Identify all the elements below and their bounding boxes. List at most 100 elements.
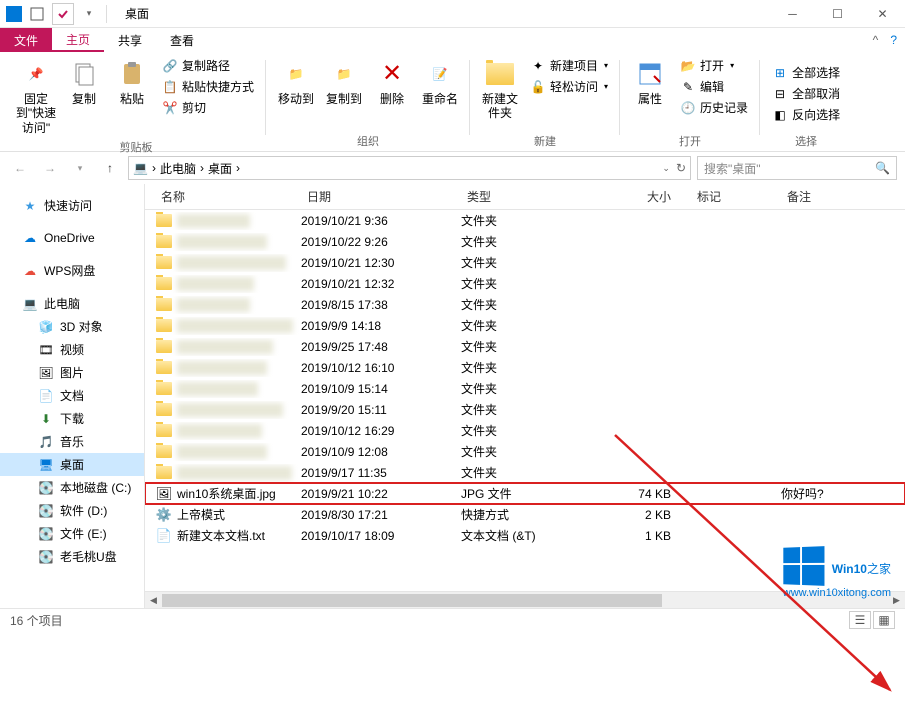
move-to-button[interactable]: 📁移动到 — [272, 56, 320, 131]
tab-view[interactable]: 查看 — [156, 28, 208, 52]
new-group-label: 新建 — [534, 131, 556, 151]
chevron-right-icon[interactable]: › — [200, 161, 204, 175]
nav-documents[interactable]: 📄文档 — [0, 384, 144, 407]
new-item-button[interactable]: ✦新建项目▾ — [526, 56, 612, 75]
file-row[interactable]: 2019/10/22 9:26文件夹 — [145, 231, 905, 252]
file-row[interactable]: 2019/10/12 16:10文件夹 — [145, 357, 905, 378]
col-name[interactable]: 名称 — [155, 188, 301, 205]
file-list[interactable]: 2019/10/21 9:36文件夹2019/10/22 9:26文件夹2019… — [145, 210, 905, 591]
col-tag[interactable]: 标记 — [691, 188, 781, 205]
help-icon[interactable]: ? — [890, 33, 897, 47]
content-pane: 名称 日期 类型 大小 标记 备注 2019/10/21 9:36文件夹2019… — [145, 184, 905, 608]
details-view-button[interactable]: ☰ — [849, 611, 871, 629]
nav-videos[interactable]: 🎞视频 — [0, 338, 144, 361]
history-button[interactable]: 🕘历史记录 — [676, 98, 752, 117]
recent-dropdown[interactable]: ▾ — [68, 156, 92, 180]
file-row[interactable]: 2019/10/21 12:30文件夹 — [145, 252, 905, 273]
search-input[interactable]: 搜索"桌面" 🔍 — [697, 156, 897, 180]
refresh-button[interactable]: ↻ — [676, 161, 686, 175]
file-row[interactable]: 2019/9/25 17:48文件夹 — [145, 336, 905, 357]
chevron-right-icon[interactable]: › — [236, 161, 240, 175]
file-row[interactable]: 📄新建文本文档.txt2019/10/17 18:09文本文档 (&T)1 KB — [145, 525, 905, 546]
open-button[interactable]: 📂打开▾ — [676, 56, 752, 75]
col-type[interactable]: 类型 — [461, 188, 579, 205]
nav-disk-e[interactable]: 💽文件 (E:) — [0, 522, 144, 545]
col-size[interactable]: 大小 — [579, 188, 691, 205]
cut-button[interactable]: ✂️剪切 — [158, 98, 258, 117]
qat-save[interactable] — [26, 3, 48, 25]
file-row[interactable]: 2019/10/21 12:32文件夹 — [145, 273, 905, 294]
file-row[interactable]: 2019/9/17 11:35文件夹 — [145, 462, 905, 483]
properties-button[interactable]: 属性 — [626, 56, 674, 131]
file-icon — [155, 359, 173, 377]
nav-3d-objects[interactable]: 🧊3D 对象 — [0, 315, 144, 338]
file-icon — [155, 296, 173, 314]
pin-button[interactable]: 📌固定到"快速访问" — [12, 56, 60, 137]
nav-wps[interactable]: ☁WPS网盘 — [0, 259, 144, 282]
ribbon-collapse-icon[interactable]: ^ — [873, 33, 879, 47]
clipboard-group-label: 剪贴板 — [120, 137, 153, 157]
address-dropdown[interactable]: ⌄ — [662, 163, 670, 174]
nav-onedrive[interactable]: ☁OneDrive — [0, 227, 144, 249]
maximize-button[interactable]: ☐ — [815, 0, 860, 28]
close-button[interactable]: ✕ — [860, 0, 905, 28]
back-button[interactable]: ← — [8, 156, 32, 180]
qat-properties[interactable] — [52, 3, 74, 25]
copy-to-button[interactable]: 📁复制到 — [320, 56, 368, 131]
new-folder-button[interactable]: 新建文件夹 — [476, 56, 524, 131]
up-button[interactable]: ↑ — [98, 156, 122, 180]
file-icon — [155, 443, 173, 461]
file-row[interactable]: ⚙️上帝模式2019/8/30 17:21快捷方式2 KB — [145, 504, 905, 525]
file-icon: 📄 — [155, 527, 173, 545]
delete-button[interactable]: ✕删除 — [368, 56, 416, 131]
scroll-thumb[interactable] — [162, 594, 662, 607]
column-headers: 名称 日期 类型 大小 标记 备注 — [145, 184, 905, 210]
breadcrumb-seg[interactable]: 桌面 — [208, 160, 232, 177]
tab-share[interactable]: 共享 — [104, 28, 156, 52]
copy-path-button[interactable]: 🔗复制路径 — [158, 56, 258, 75]
file-row[interactable]: 2019/9/20 15:11文件夹 — [145, 399, 905, 420]
rename-button[interactable]: 📝重命名 — [416, 56, 464, 131]
easy-access-button[interactable]: 🔓轻松访问▾ — [526, 77, 612, 96]
file-icon — [155, 464, 173, 482]
watermark: Win10之家 www.win10xitong.com — [782, 547, 891, 599]
scroll-left-icon[interactable]: ◀ — [145, 592, 162, 609]
nav-pictures[interactable]: 🖼图片 — [0, 361, 144, 384]
edit-button[interactable]: ✎编辑 — [676, 77, 752, 96]
tab-file[interactable]: 文件 — [0, 28, 52, 52]
nav-music[interactable]: 🎵音乐 — [0, 430, 144, 453]
col-note[interactable]: 备注 — [781, 188, 871, 205]
select-none-button[interactable]: ⊟全部取消 — [768, 84, 844, 103]
nav-downloads[interactable]: ⬇下载 — [0, 407, 144, 430]
file-row[interactable]: 2019/9/9 14:18文件夹 — [145, 315, 905, 336]
search-icon[interactable]: 🔍 — [875, 161, 890, 175]
copy-button[interactable]: 复制 — [60, 56, 108, 137]
nav-quick-access[interactable]: ★快速访问 — [0, 194, 144, 217]
invert-selection-button[interactable]: ◧反向选择 — [768, 105, 844, 124]
file-row[interactable]: 2019/10/9 15:14文件夹 — [145, 378, 905, 399]
icons-view-button[interactable]: ▦ — [873, 611, 895, 629]
breadcrumb-seg[interactable]: 此电脑 — [160, 160, 196, 177]
paste-shortcut-button[interactable]: 📋粘贴快捷方式 — [158, 77, 258, 96]
file-row[interactable]: 2019/8/15 17:38文件夹 — [145, 294, 905, 315]
nav-disk-c[interactable]: 💽本地磁盘 (C:) — [0, 476, 144, 499]
forward-button[interactable]: → — [38, 156, 62, 180]
file-row[interactable]: 🖼win10系统桌面.jpg2019/9/21 10:22JPG 文件74 KB… — [145, 483, 905, 504]
nav-disk-d[interactable]: 💽软件 (D:) — [0, 499, 144, 522]
nav-disk-usb[interactable]: 💽老毛桃U盘 — [0, 545, 144, 568]
col-date[interactable]: 日期 — [301, 188, 461, 205]
qat-dropdown[interactable]: ▾ — [78, 3, 100, 25]
file-row[interactable]: 2019/10/21 9:36文件夹 — [145, 210, 905, 231]
file-icon — [155, 233, 173, 251]
paste-button[interactable]: 粘贴 — [108, 56, 156, 137]
nav-desktop[interactable]: 🖥桌面 — [0, 453, 144, 476]
nav-this-pc[interactable]: 💻此电脑 — [0, 292, 144, 315]
chevron-right-icon[interactable]: › — [152, 161, 156, 175]
main-area: ★快速访问 ☁OneDrive ☁WPS网盘 💻此电脑 🧊3D 对象 🎞视频 🖼… — [0, 184, 905, 608]
file-row[interactable]: 2019/10/9 12:08文件夹 — [145, 441, 905, 462]
address-box[interactable]: 💻 › 此电脑 › 桌面 › ⌄ ↻ — [128, 156, 691, 180]
minimize-button[interactable]: ─ — [770, 0, 815, 28]
file-row[interactable]: 2019/10/12 16:29文件夹 — [145, 420, 905, 441]
tab-home[interactable]: 主页 — [52, 28, 104, 52]
select-all-button[interactable]: ⊞全部选择 — [768, 63, 844, 82]
